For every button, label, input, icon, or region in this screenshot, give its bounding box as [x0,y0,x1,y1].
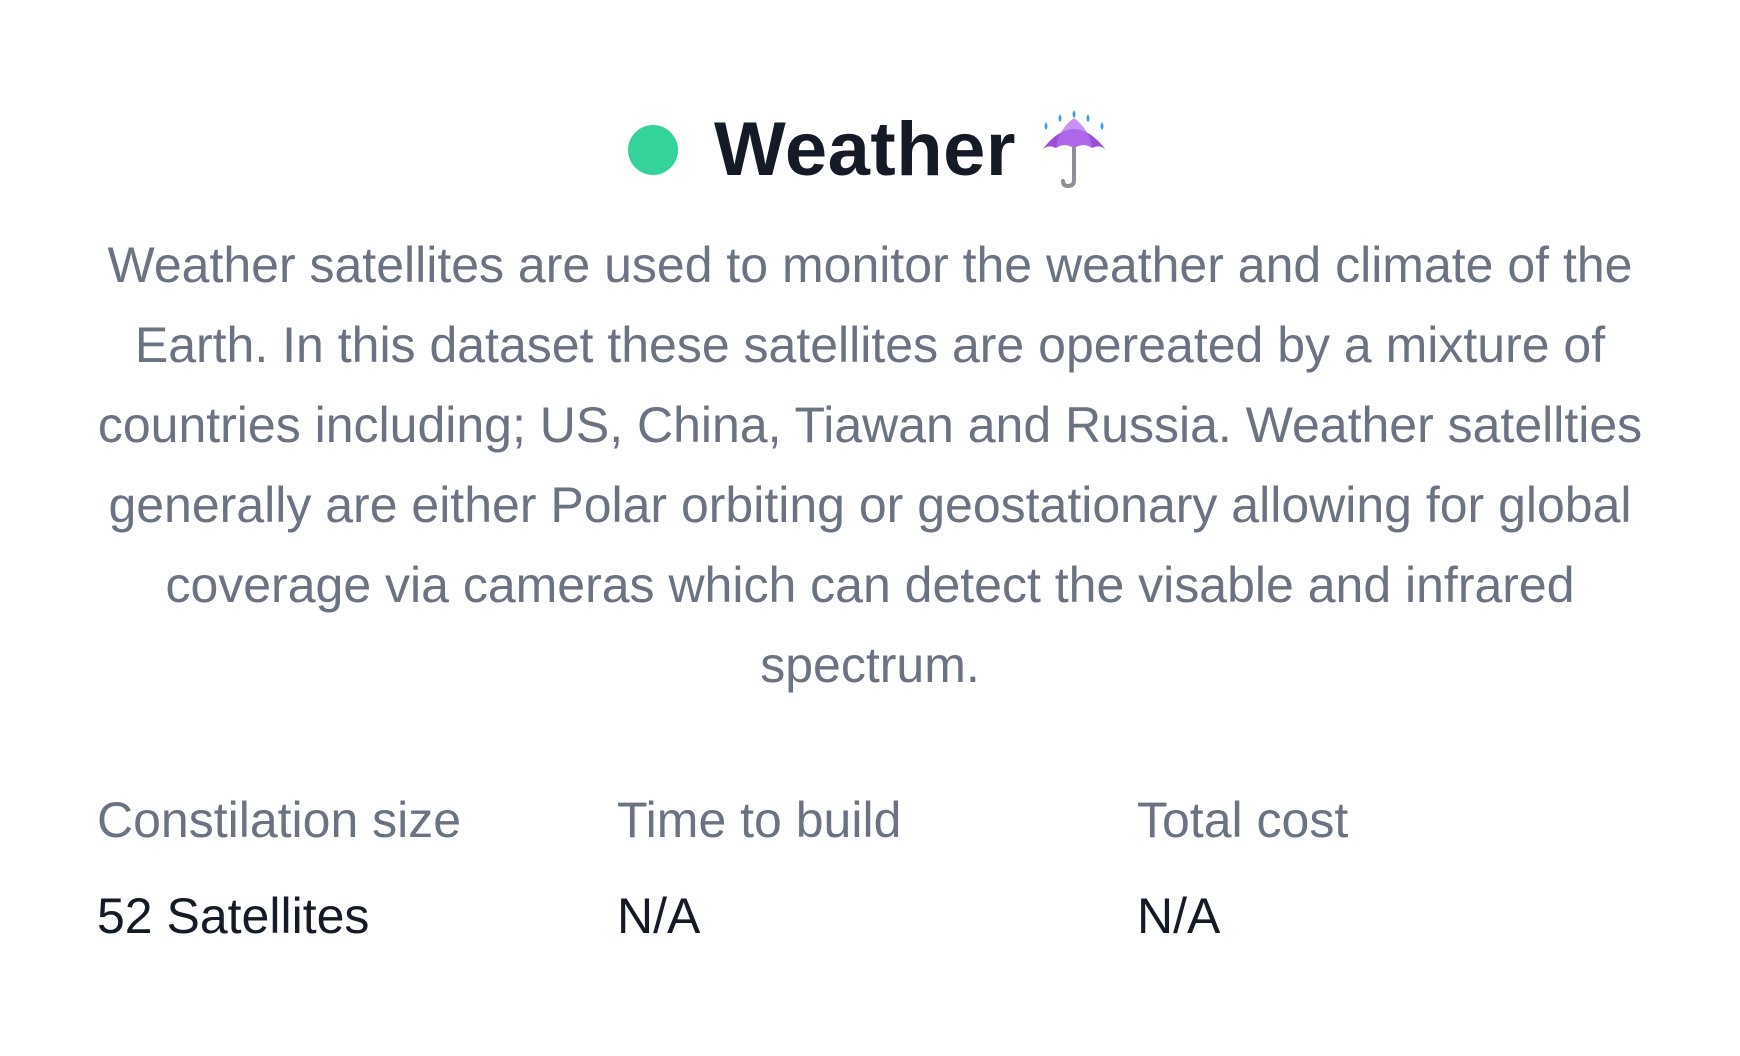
stat-value: N/A [1137,888,1221,944]
stat-label: Total cost [1137,792,1349,848]
stat-total-cost: Total cost N/A [1137,790,1637,946]
stat-label: Constilation size [97,792,462,848]
card-header: Weather [0,100,1740,200]
stat-value: 52 Satellites [97,888,370,944]
umbrella-with-rain-icon [1041,110,1106,189]
card-description: Weather satellites are used to monitor t… [97,237,1643,693]
status-dot [628,125,678,175]
category-card: Weather Weather satellites are used to m… [0,0,1740,1056]
card-title: Weather [714,107,1016,192]
stat-label: Time to build [617,792,902,848]
stat-constellation-size: Constilation size 52 Satellites [97,790,597,946]
stats-row: Constilation size 52 Satellites Time to … [97,790,1657,970]
stat-value: N/A [617,888,701,944]
stat-time-to-build: Time to build N/A [617,790,1117,946]
